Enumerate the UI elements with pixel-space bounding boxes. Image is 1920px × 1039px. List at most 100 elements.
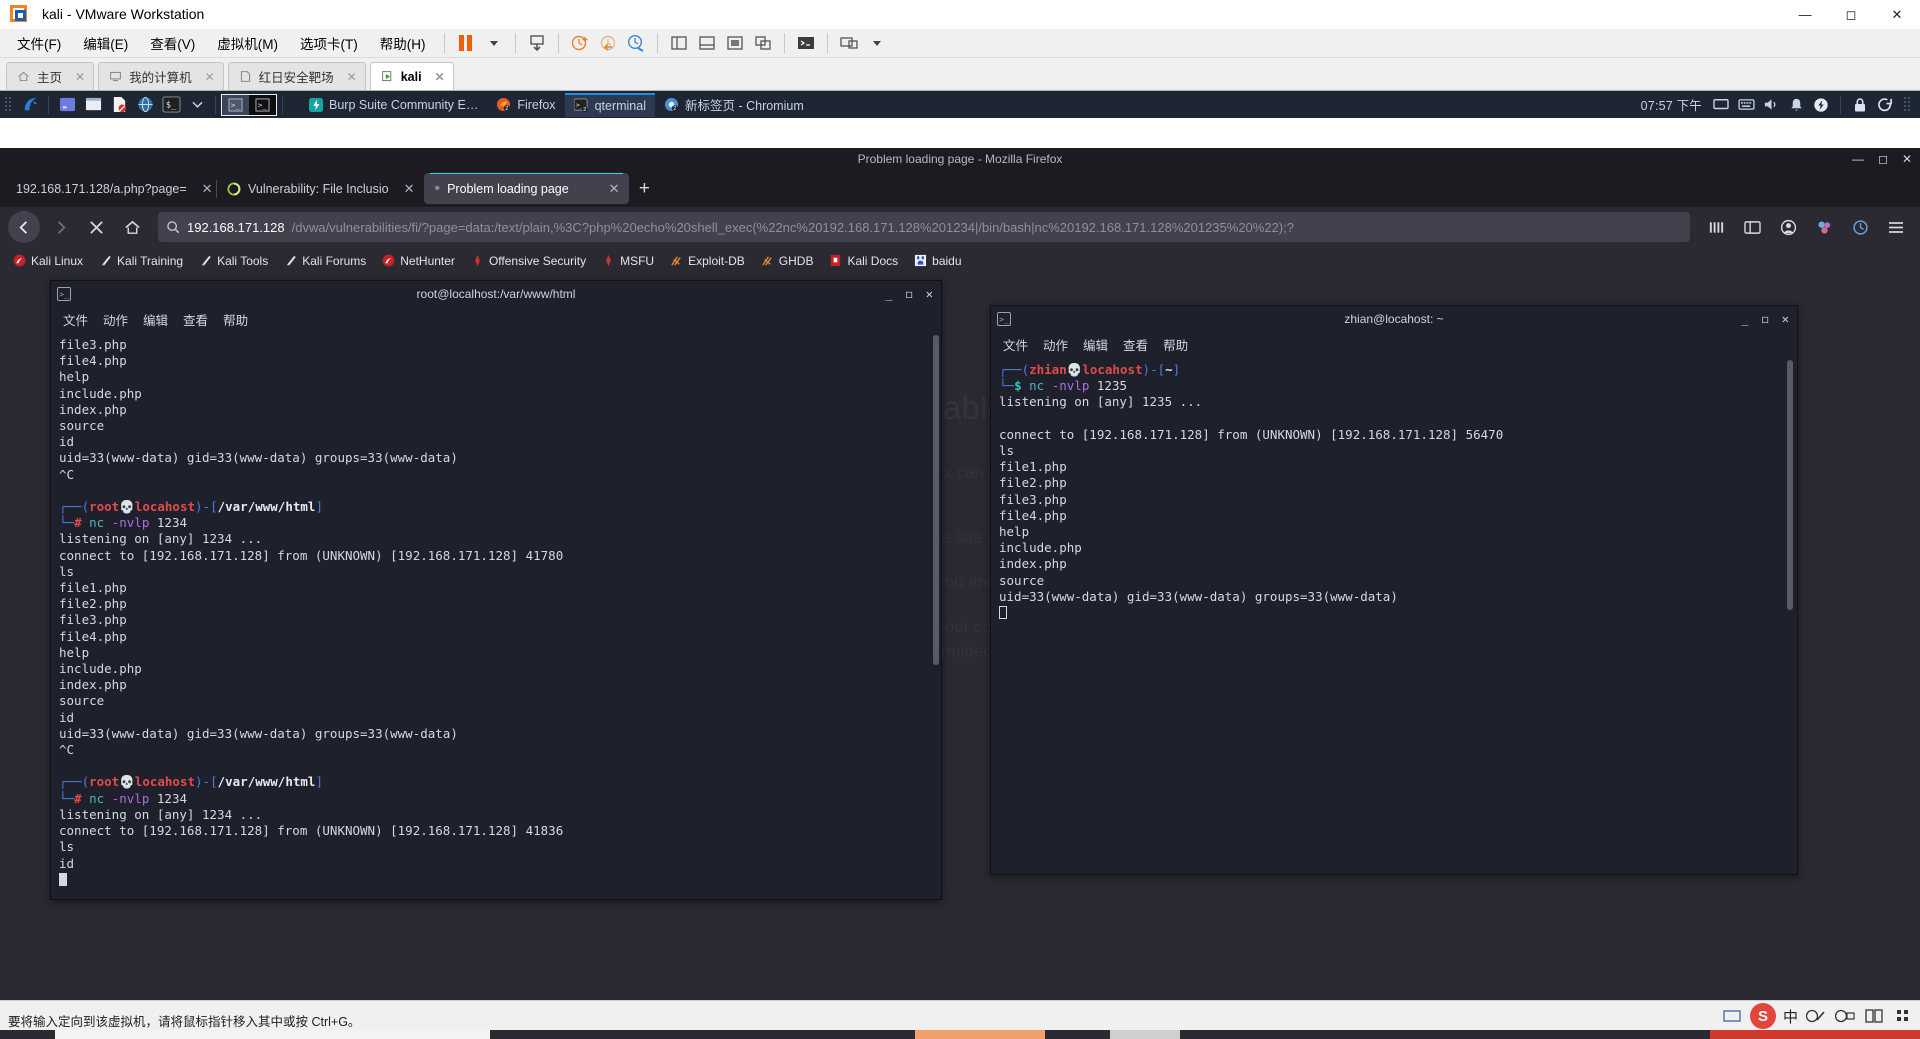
vm-tab-my-computer[interactable]: 我的计算机 ✕ [98,62,224,90]
workspace-switcher[interactable]: >_ >_ [221,93,277,116]
taskbar-window-qterminal[interactable]: >_ 2 qterminal [564,92,655,117]
terminal-menu-view[interactable]: 查看 [1123,335,1148,354]
terminal-icon[interactable]: $_ [160,95,182,115]
menu-edit[interactable]: 编辑(E) [72,29,139,57]
lock-icon[interactable] [1849,95,1871,115]
multiple-monitors-caret-icon[interactable] [863,31,891,55]
close-icon[interactable]: ✕ [396,181,415,197]
terminal-maximize-button[interactable]: ◻ [1762,312,1769,326]
firefox-restore-button[interactable]: ◻ [1878,152,1888,166]
sync-icon[interactable] [1844,211,1876,243]
close-icon[interactable]: ✕ [194,181,213,197]
ime-pen-icon[interactable] [1805,1006,1827,1026]
extensions-icon[interactable] [1808,211,1840,243]
restore-button[interactable]: ◻ [1828,0,1874,29]
sidebar-icon[interactable] [1736,211,1768,243]
text-editor-icon[interactable] [108,95,130,115]
terminal-window-user[interactable]: >_ zhian@locahost: ~ _ ◻ ✕ 文件 动作 编辑 查看 帮… [990,305,1798,875]
snapshot-revert-icon[interactable] [594,31,622,55]
bookmark-nethunter[interactable]: NetHunter [375,251,462,271]
taskbar-window-burp[interactable]: Burp Suite Community E… [300,93,487,117]
pause-icon[interactable] [452,31,480,55]
workspace-1[interactable]: >_ [222,94,249,115]
firefox-tab-1[interactable]: 192.168.171.128/a.php?page= ✕ [6,173,216,204]
terminal-menu-file[interactable]: 文件 [1003,335,1028,354]
close-icon[interactable]: ✕ [601,181,620,197]
terminal-dropdown-icon[interactable] [186,95,208,115]
vm-tab-kali[interactable]: kali ✕ [369,62,454,90]
workspace-2[interactable]: >_ [249,94,276,115]
panel-grip-icon[interactable] [5,96,13,113]
terminal-menu-actions[interactable]: 动作 [1043,335,1068,354]
vm-tab-close-icon[interactable]: ✕ [435,70,445,84]
bookmark-kali-training[interactable]: Kali Training [92,251,190,271]
terminal-menu-help[interactable]: 帮助 [1163,335,1188,354]
library-icon[interactable] [1700,211,1732,243]
firefox-tab-3[interactable]: • Problem loading page ✕ [424,173,630,204]
bookmark-offensive-security[interactable]: Offensive Security [464,251,593,271]
panel-clock[interactable]: 07:57 下午 [1641,95,1702,114]
power-icon[interactable] [1810,95,1832,115]
menu-vm[interactable]: 虚拟机(M) [206,29,289,57]
vm-tab-close-icon[interactable]: ✕ [205,70,215,84]
account-icon[interactable] [1772,211,1804,243]
terminal-maximize-button[interactable]: ◻ [906,287,913,301]
ime-mode-label[interactable]: 中 [1783,1006,1798,1027]
terminal-close-button[interactable]: ✕ [926,287,933,301]
send-ctrl-alt-del-icon[interactable] [523,31,551,55]
terminal-menu-view[interactable]: 查看 [183,310,208,329]
vm-tab-close-icon[interactable]: ✕ [75,70,85,84]
terminal-minimize-button[interactable]: _ [885,287,892,301]
unity-mode-icon[interactable] [749,31,777,55]
console-view-icon[interactable] [792,31,820,55]
vm-tab-home[interactable]: 主页 ✕ [6,62,95,90]
menu-file[interactable]: 文件(F) [6,29,72,57]
display-icon[interactable] [1710,95,1732,115]
terminal-scrollbar[interactable] [1787,360,1793,610]
show-bottom-pane-icon[interactable] [693,31,721,55]
file-manager-icon[interactable] [82,95,104,115]
firefox-tab-2[interactable]: Vulnerability: File Inclusio ✕ [217,173,424,204]
bookmark-kali-forums[interactable]: Kali Forums [277,251,373,271]
terminal-menu-help[interactable]: 帮助 [223,310,248,329]
terminal-minimize-button[interactable]: _ [1741,312,1748,326]
bookmark-exploit-db[interactable]: Exploit-DB [663,251,752,271]
web-browser-icon[interactable] [134,95,156,115]
new-tab-button[interactable]: + [629,174,659,204]
terminal-menu-edit[interactable]: 编辑 [143,310,168,329]
menu-help[interactable]: 帮助(H) [369,29,437,57]
terminal-output[interactable]: ┌──(zhian💀locahost)-[~] └─$ nc -nvlp 1235… [991,356,1797,621]
close-button[interactable]: ✕ [1874,0,1920,29]
terminal-output[interactable]: file3.php file4.php help include.php index.p… [51,331,941,888]
terminal-scrollbar[interactable] [933,335,939,665]
notification-bell-icon[interactable] [1785,95,1807,115]
bookmark-kali-linux[interactable]: Kali Linux [6,251,90,271]
bookmark-kali-tools[interactable]: Kali Tools [192,251,275,271]
keyboard-layout-icon[interactable] [1735,95,1757,115]
snapshot-take-icon[interactable] [566,31,594,55]
ime-tool-icon[interactable] [1863,1006,1885,1026]
logout-icon[interactable] [1874,95,1896,115]
multiple-monitors-icon[interactable] [835,31,863,55]
firefox-close-button[interactable]: ✕ [1902,152,1912,166]
terminal-menu-file[interactable]: 文件 [63,310,88,329]
stop-x-icon[interactable] [80,211,112,243]
kali-menu-icon[interactable] [19,95,41,115]
forward-arrow-icon[interactable] [44,211,76,243]
terminal-close-button[interactable]: ✕ [1782,312,1789,326]
terminal-menu-actions[interactable]: 动作 [103,310,128,329]
bookmark-kali-docs[interactable]: Kali Docs [822,251,905,271]
bookmark-baidu[interactable]: baidu [907,251,968,271]
url-bar[interactable]: 192.168.171.128/dvwa/vulnerabilities/fi/… [158,212,1690,242]
terminal-window-root[interactable]: >_ root@localhost:/var/www/html _ ◻ ✕ 文件… [50,280,942,900]
vm-tab-folder[interactable]: 红日安全靶场 ✕ [227,62,366,90]
firefox-minimize-button[interactable]: — [1852,152,1864,166]
ime-keyboard-icon[interactable] [1834,1006,1856,1026]
minimize-button[interactable]: — [1782,0,1828,29]
terminal-menu-edit[interactable]: 编辑 [1083,335,1108,354]
snapshot-manager-icon[interactable] [622,31,650,55]
vm-tab-close-icon[interactable]: ✕ [347,70,357,84]
ime-menu-icon[interactable] [1892,1006,1914,1026]
hamburger-menu-icon[interactable] [1880,211,1912,243]
bookmark-ghdb[interactable]: GHDB [754,251,821,271]
